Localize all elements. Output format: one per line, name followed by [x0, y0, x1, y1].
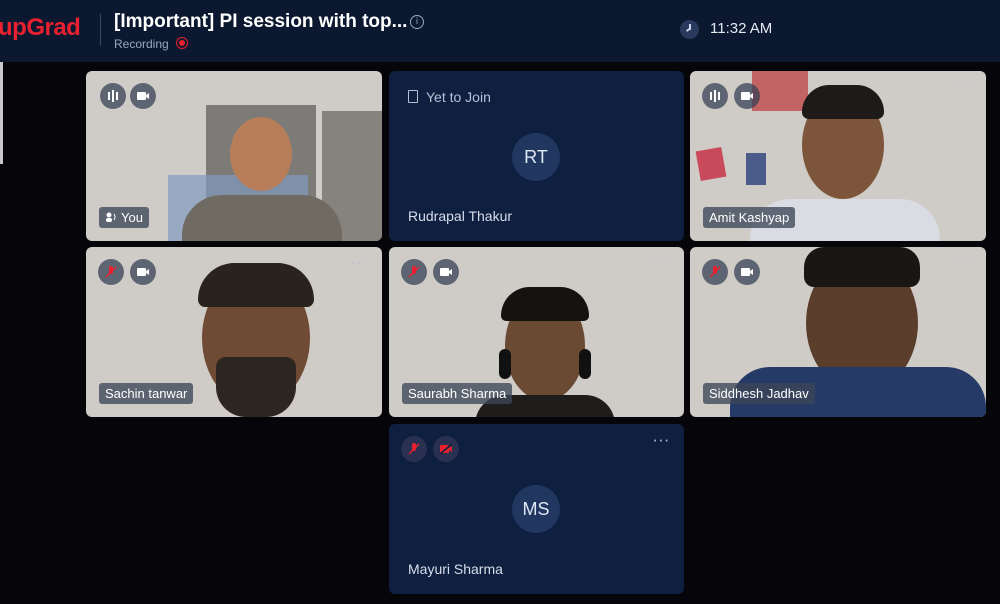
speaker-icon	[105, 210, 117, 225]
participant-name-tag: You	[99, 207, 149, 228]
participant-name-tag: Saurabh Sharma	[402, 383, 513, 404]
more-options-icon[interactable]: ···	[955, 79, 972, 97]
camera-icon[interactable]	[734, 259, 760, 285]
participant-tile-sachin[interactable]: ··· Sachin tanwar	[86, 247, 382, 417]
headphones-right	[579, 349, 591, 379]
meeting-title: [Important] PI session with top...	[114, 11, 408, 32]
participant-hair	[501, 287, 589, 321]
participant-name: Mayuri Sharma	[408, 561, 503, 577]
camera-off-icon[interactable]	[433, 436, 459, 462]
participant-tile-amit[interactable]: ··· Amit Kashyap	[690, 71, 986, 241]
upgrad-logo: upGrad	[0, 14, 81, 41]
more-options-icon[interactable]: ···	[351, 255, 368, 273]
participant-face	[230, 117, 292, 191]
participant-name: Sachin tanwar	[105, 386, 188, 401]
top-bar: upGrad [Important] PI session with top..…	[0, 0, 1000, 62]
participant-name-tag: Amit Kashyap	[703, 207, 796, 228]
camera-icon[interactable]	[130, 259, 156, 285]
mic-muted-icon[interactable]	[98, 259, 124, 285]
participant-name: Rudrapal Thakur	[408, 208, 513, 224]
participant-name: Saurabh Sharma	[408, 386, 507, 401]
participant-body	[182, 195, 342, 241]
audio-level-icon	[100, 83, 126, 109]
clock-time: 11:32 AM	[710, 20, 773, 37]
audio-level-icon	[702, 83, 728, 109]
participant-hair	[804, 247, 920, 287]
camera-icon[interactable]	[433, 259, 459, 285]
recording-label: Recording	[114, 37, 169, 51]
camera-icon[interactable]	[130, 83, 156, 109]
participant-tile-you[interactable]: You	[86, 71, 382, 241]
participant-name: You	[121, 210, 143, 225]
clock-icon	[680, 20, 699, 39]
mic-muted-icon[interactable]	[702, 259, 728, 285]
participant-beard	[216, 357, 296, 417]
headphones-left	[499, 349, 511, 379]
participant-name-tag: Siddhesh Jadhav	[703, 383, 815, 404]
yet-to-join-status: Yet to Join	[408, 89, 491, 105]
wall-frame	[752, 71, 808, 111]
participant-hair	[198, 263, 314, 307]
participant-name-tag: Sachin tanwar	[99, 383, 194, 404]
participant-tile-mayuri[interactable]: ··· MS Mayuri Sharma	[389, 424, 684, 594]
mic-muted-icon[interactable]	[401, 436, 427, 462]
avatar: RT	[512, 133, 560, 181]
participant-tile-siddhesh[interactable]: ··· Siddhesh Jadhav	[690, 247, 986, 417]
avatar: MS	[512, 485, 560, 533]
recording-indicator-icon	[176, 37, 188, 49]
left-edge-panel	[0, 62, 3, 164]
yet-to-join-label: Yet to Join	[426, 89, 491, 105]
more-options-icon[interactable]: ···	[653, 255, 670, 273]
participant-tile-rudrapal[interactable]: Yet to Join RT Rudrapal Thakur	[389, 71, 684, 241]
wall-decor	[746, 153, 766, 185]
participant-hair	[802, 85, 884, 119]
wall-decor	[695, 146, 727, 182]
header-divider	[100, 14, 101, 46]
more-options-icon[interactable]: ···	[653, 432, 670, 450]
participant-name: Amit Kashyap	[709, 210, 790, 225]
camera-icon[interactable]	[734, 83, 760, 109]
join-door-icon	[408, 90, 418, 103]
info-icon[interactable]: i	[410, 15, 424, 29]
participant-name: Siddhesh Jadhav	[709, 386, 809, 401]
more-options-icon[interactable]: ···	[955, 255, 972, 273]
participant-tile-saurabh[interactable]: ··· Saurabh Sharma	[389, 247, 684, 417]
mic-muted-icon[interactable]	[401, 259, 427, 285]
